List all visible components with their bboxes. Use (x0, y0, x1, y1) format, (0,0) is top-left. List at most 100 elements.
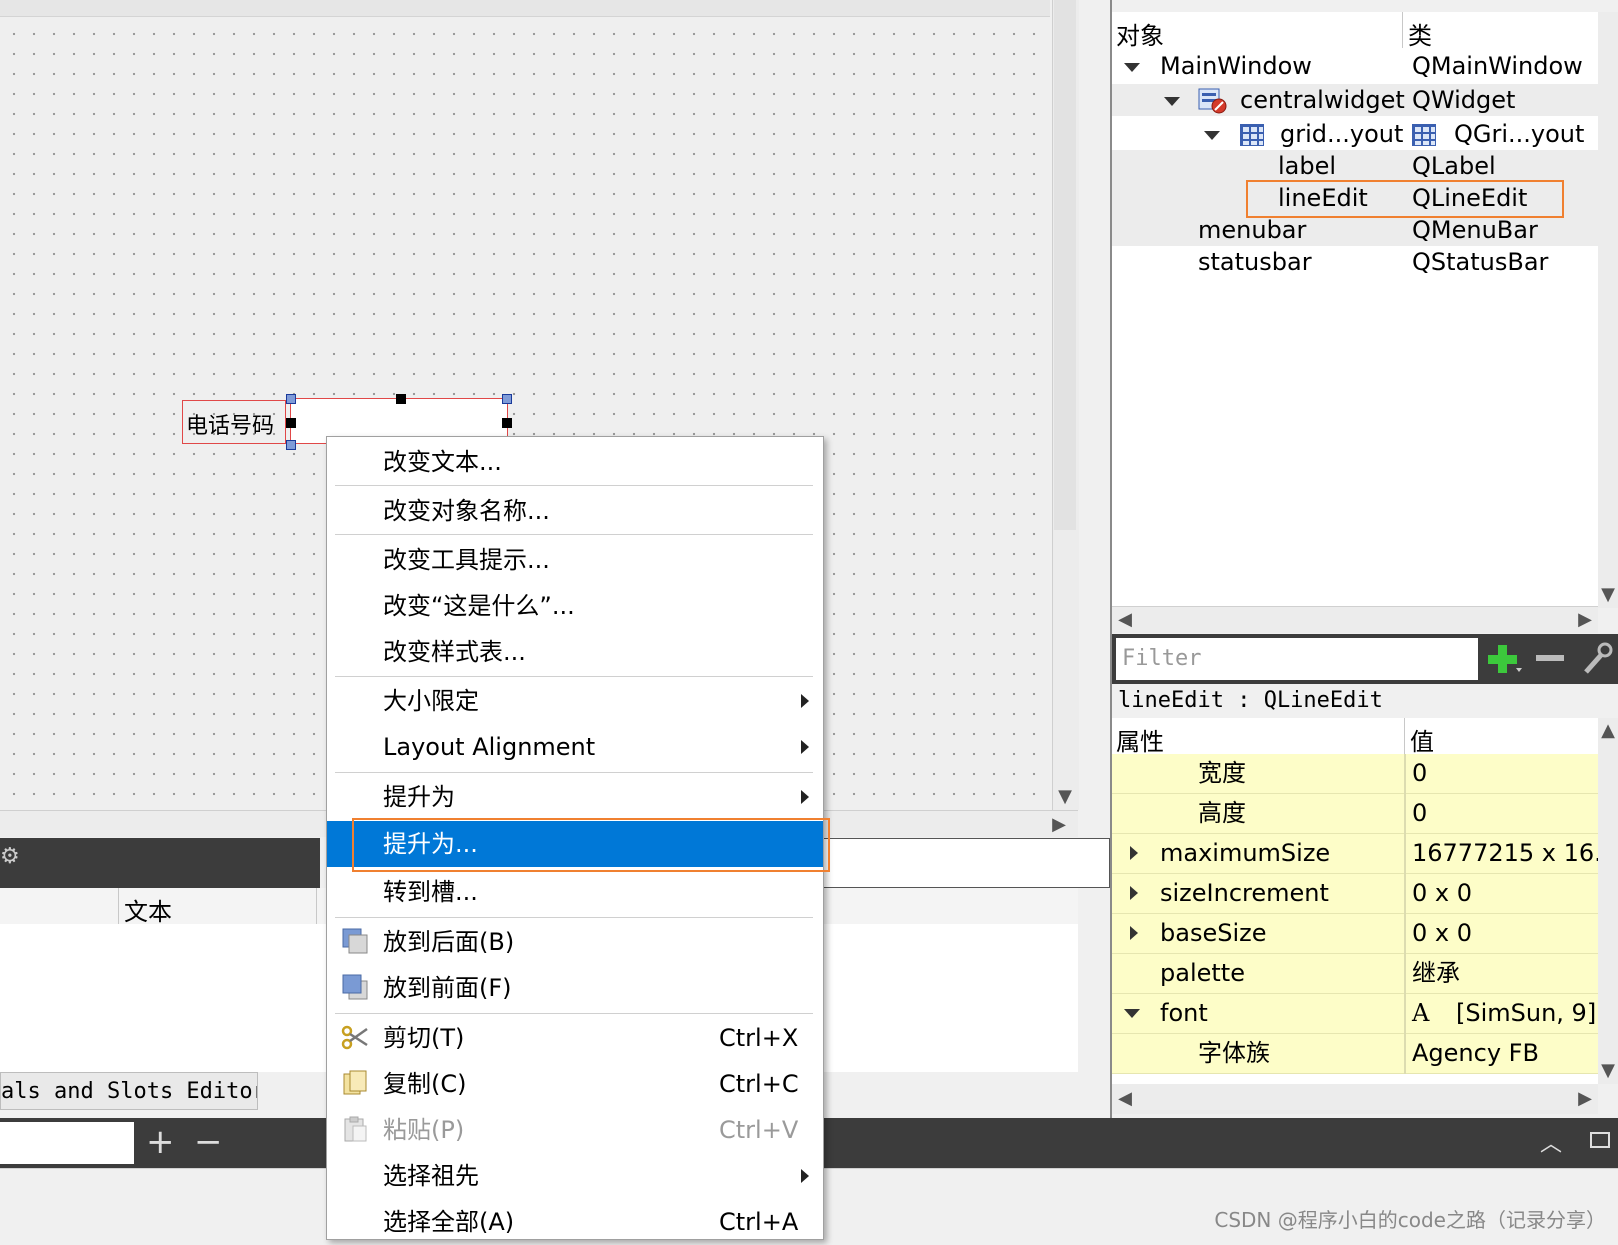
property-value[interactable]: 16777215 x 16... (1412, 834, 1617, 872)
property-table[interactable]: 宽度 0 高度 0 maximumSize 16777215 x 16... s… (1112, 754, 1617, 1084)
menu-item-select-all[interactable]: 选择全部(A) Ctrl+A (327, 1199, 823, 1245)
collapse-arrow-icon[interactable] (1164, 97, 1180, 106)
object-tree-horizontal-scrollbar[interactable]: ◀ ▶ (1112, 606, 1598, 633)
remove-button[interactable]: − (194, 1124, 223, 1160)
property-horizontal-scrollbar[interactable]: ◀ ▶ (1112, 1084, 1598, 1114)
add-dynamic-property-icon[interactable] (1486, 642, 1522, 676)
column-divider (316, 888, 317, 924)
tree-item-name: statusbar (1198, 248, 1312, 276)
object-tree-vertical-scrollbar[interactable]: ▼ (1598, 12, 1618, 608)
promote-to-highlight-box (352, 818, 830, 872)
watermark-text: CSDN @程序小白的code之路（记录分享） (1214, 1208, 1606, 1232)
column-header-text[interactable]: 文本 (124, 892, 172, 927)
canvas-vertical-scroll-thumb[interactable] (1054, 0, 1076, 530)
resize-handle-left[interactable] (286, 418, 296, 428)
scroll-left-arrow-icon[interactable]: ◀ (1112, 607, 1138, 633)
scroll-down-arrow-icon[interactable]: ▼ (1052, 784, 1078, 810)
menu-item-go-to-slot[interactable]: 转到槽... (327, 869, 823, 915)
menu-item-select-ancestor[interactable]: 选择祖先 (327, 1153, 823, 1199)
property-value[interactable]: Agency FB (1412, 1034, 1539, 1072)
property-value[interactable]: 继承 (1412, 954, 1460, 992)
font-icon: A (1412, 999, 1430, 1027)
menu-item-shortcut: Ctrl+V (719, 1116, 799, 1144)
tree-row-centralwidget[interactable]: centralwidget QWidget (1112, 84, 1598, 116)
property-row[interactable]: sizeIncrement 0 x 0 (1112, 874, 1598, 914)
tree-row-mainwindow[interactable]: MainWindow QMainWindow (1112, 50, 1598, 82)
tree-row-statusbar[interactable]: statusbar QStatusBar (1112, 246, 1598, 278)
menu-separator (335, 1013, 813, 1014)
property-row[interactable]: baseSize 0 x 0 (1112, 914, 1598, 954)
float-window-icon[interactable] (1590, 1132, 1610, 1148)
menu-item-change-whats-this[interactable]: 改变“这是什么”... (327, 583, 823, 629)
expand-arrow-icon[interactable] (1130, 886, 1138, 900)
property-row[interactable]: font A [SimSun, 9] (1112, 994, 1598, 1034)
chevron-up-icon[interactable]: ︿ (1540, 1126, 1562, 1158)
expand-arrow-icon[interactable] (1130, 926, 1138, 940)
menu-item-bring-to-front[interactable]: 放到前面(F) (327, 965, 823, 1011)
resize-handle-right[interactable] (502, 418, 512, 428)
property-name: maximumSize (1160, 839, 1331, 867)
column-class[interactable]: 类 (1408, 16, 1432, 51)
menu-item-change-object-name[interactable]: 改变对象名称... (327, 488, 823, 534)
menu-separator (335, 917, 813, 918)
menu-item-cut[interactable]: 剪切(T) Ctrl+X (327, 1015, 823, 1061)
menu-item-change-tooltip[interactable]: 改变工具提示... (327, 537, 823, 583)
scroll-left-arrow-icon[interactable]: ◀ (1112, 1086, 1138, 1112)
property-row[interactable]: 字体族 Agency FB (1112, 1034, 1598, 1074)
add-button[interactable]: + (146, 1124, 175, 1160)
resize-handle-top-right[interactable] (502, 394, 512, 404)
menu-item-size-constraints[interactable]: 大小限定 (327, 678, 823, 724)
scroll-up-arrow-icon[interactable]: ▲ (1595, 718, 1618, 744)
property-row[interactable]: 高度 0 (1112, 794, 1598, 834)
submenu-arrow-icon (801, 740, 809, 754)
menu-item-copy[interactable]: 复制(C) Ctrl+C (327, 1061, 823, 1107)
property-value[interactable]: 0 x 0 (1412, 914, 1472, 952)
scroll-right-arrow-icon[interactable]: ▶ (1572, 1086, 1598, 1112)
menu-item-change-stylesheet[interactable]: 改变样式表... (327, 629, 823, 675)
tree-item-name: MainWindow (1160, 52, 1312, 80)
dock-filter-box[interactable] (820, 838, 1110, 888)
scroll-right-arrow-icon[interactable]: ▶ (1572, 607, 1598, 633)
column-object[interactable]: 对象 (1116, 16, 1164, 51)
expand-arrow-icon[interactable] (1130, 846, 1138, 860)
bottom-filter-input[interactable] (0, 1122, 134, 1164)
menu-item-promote-to-submenu[interactable]: 提升为 (327, 774, 823, 820)
menu-item-send-to-back[interactable]: 放到后面(B) (327, 919, 823, 965)
scroll-down-arrow-icon[interactable]: ▼ (1595, 1058, 1618, 1084)
scroll-down-arrow-icon[interactable]: ▼ (1595, 582, 1618, 608)
resize-handle-top[interactable] (396, 394, 406, 404)
column-property[interactable]: 属性 (1116, 722, 1164, 757)
scroll-right-arrow-icon[interactable]: ▶ (1046, 812, 1072, 838)
menu-item-label: 选择祖先 (383, 1162, 479, 1190)
resize-handle-bottom-left[interactable] (286, 440, 296, 450)
property-vertical-scrollbar[interactable]: ▲ ▼ (1598, 718, 1618, 1084)
menu-item-paste[interactable]: 粘贴(P) Ctrl+V (327, 1107, 823, 1153)
object-tree[interactable]: MainWindow QMainWindow centralwidget QWi… (1112, 48, 1598, 608)
menu-item-layout-alignment[interactable]: Layout Alignment (327, 724, 823, 770)
property-filter-input[interactable]: Filter (1116, 638, 1478, 680)
tree-row-menubar[interactable]: menubar QMenuBar (1112, 214, 1598, 246)
property-value[interactable]: 0 x 0 (1412, 874, 1472, 912)
property-row[interactable]: 宽度 0 (1112, 754, 1598, 794)
remove-property-icon[interactable] (1534, 650, 1566, 666)
settings-icon[interactable]: ⚙ (0, 844, 20, 869)
column-value[interactable]: 值 (1410, 722, 1434, 757)
property-value[interactable]: 0 (1412, 794, 1427, 832)
collapse-arrow-icon[interactable] (1204, 131, 1220, 140)
tree-row-label[interactable]: label QLabel (1112, 150, 1598, 182)
resize-handle-top-left[interactable] (286, 394, 296, 404)
tree-row-gridlayout[interactable]: grid...yout QGri...yout (1112, 118, 1598, 150)
menu-item-change-text[interactable]: 改变文本... (327, 439, 823, 485)
property-value[interactable]: 0 (1412, 754, 1427, 792)
property-row[interactable]: palette 继承 (1112, 954, 1598, 994)
property-value[interactable]: [SimSun, 9] (1456, 994, 1596, 1032)
wrench-icon[interactable] (1580, 640, 1614, 676)
menu-item-label: 放到前面(F) (383, 974, 512, 1002)
collapse-arrow-icon[interactable] (1124, 1009, 1140, 1018)
collapse-arrow-icon[interactable] (1124, 63, 1140, 72)
property-row[interactable]: maximumSize 16777215 x 16... (1112, 834, 1617, 874)
form-label-text: 电话号码 (186, 414, 275, 439)
tab-signals-slots-editor[interactable]: als and Slots Editor (0, 1072, 258, 1110)
column-divider (118, 888, 119, 924)
row-divider (1404, 834, 1406, 874)
